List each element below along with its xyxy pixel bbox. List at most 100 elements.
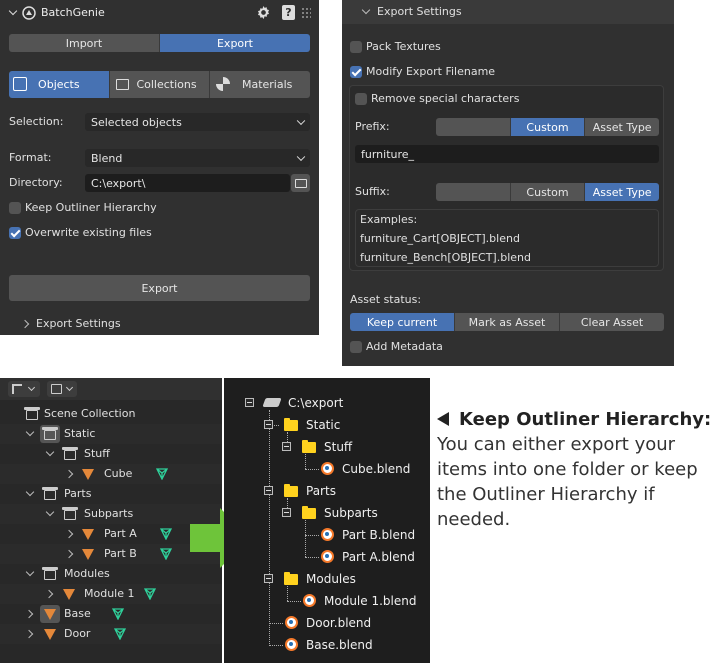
outliner-row-parts[interactable]: Parts	[0, 484, 222, 504]
outliner-row-door[interactable]: Door	[0, 624, 222, 644]
collapse-toggle[interactable]	[264, 574, 273, 583]
add-metadata-label: Add Metadata	[366, 340, 443, 353]
outliner-row-module-1[interactable]: Module 1	[0, 584, 222, 604]
mesh-data-icon	[144, 588, 156, 600]
collapse-chevron-icon[interactable]	[8, 6, 18, 16]
display-mode-dropdown[interactable]	[8, 381, 40, 397]
asset-status-mark[interactable]: Mark as Asset	[455, 313, 560, 331]
blend-file-icon	[285, 616, 298, 629]
expand-arrow-icon[interactable]	[64, 529, 74, 539]
asset-status-clear[interactable]: Clear Asset	[560, 313, 664, 331]
prefix-option-asset-type[interactable]: Asset Type	[585, 118, 659, 136]
prefix-label: Prefix:	[355, 120, 390, 133]
tree-file-part-a: Part A.blend	[342, 550, 415, 564]
collapse-toggle[interactable]	[264, 486, 273, 495]
tree-file-part-b: Part B.blend	[342, 528, 416, 542]
format-dropdown[interactable]: Blend	[85, 149, 310, 167]
tree-connector	[305, 454, 306, 469]
remove-special-checkbox[interactable]	[355, 93, 367, 105]
outliner-row-base[interactable]: Base	[0, 604, 222, 624]
objects-icon	[13, 77, 27, 91]
tree-connector	[305, 469, 319, 470]
mesh-data-icon	[156, 468, 168, 480]
outliner-row-cube[interactable]: Cube	[0, 464, 222, 484]
prefix-input[interactable]: furniture_	[355, 145, 659, 163]
chevron-right-icon[interactable]	[20, 319, 30, 329]
prefix-option-custom[interactable]: Custom	[510, 118, 586, 136]
suffix-options: Custom Asset Type	[436, 183, 659, 201]
outliner-row-part-a[interactable]: Part A	[0, 524, 222, 544]
collapse-toggle[interactable]	[282, 508, 291, 517]
filter-dropdown[interactable]	[47, 381, 77, 397]
suffix-label: Suffix:	[355, 185, 390, 198]
folder-icon	[284, 418, 298, 431]
chevron-down-icon	[65, 383, 74, 392]
collapse-toggle[interactable]	[245, 398, 254, 407]
collapse-toggle[interactable]	[264, 420, 273, 429]
outliner-row-scene[interactable]: Scene Collection	[0, 404, 222, 424]
pack-textures-checkbox[interactable]	[350, 41, 362, 53]
suffix-option-asset-type[interactable]: Asset Type	[585, 183, 659, 201]
prefix-value: furniture_	[361, 147, 415, 161]
tab-materials[interactable]: Materials	[210, 71, 310, 98]
expand-arrow-icon[interactable]	[24, 629, 34, 639]
suffix-option-custom[interactable]: Custom	[510, 183, 586, 201]
export-button[interactable]: Export	[9, 275, 310, 301]
object-icon	[44, 629, 56, 640]
outliner-row-static[interactable]: Static	[0, 424, 222, 444]
chevron-down-icon	[296, 116, 306, 126]
settings-header[interactable]: Export Settings	[377, 5, 462, 19]
blend-file-icon	[321, 528, 334, 541]
tree-connector	[269, 410, 270, 646]
expand-arrow-icon[interactable]	[24, 609, 34, 619]
expand-arrow-icon[interactable]	[25, 427, 35, 437]
asset-status-keep[interactable]: Keep current	[350, 313, 455, 331]
expand-arrow-icon[interactable]	[45, 507, 55, 517]
outliner-row-part-b[interactable]: Part B	[0, 544, 222, 564]
tab-import[interactable]: Import	[9, 34, 160, 52]
tab-objects-label: Objects	[38, 78, 80, 91]
export-settings-toggle[interactable]: Export Settings	[36, 317, 121, 331]
expand-arrow-icon[interactable]	[64, 549, 74, 559]
tree-file-base: Base.blend	[306, 638, 373, 652]
overwrite-label: Overwrite existing files	[25, 226, 152, 239]
modify-filename-checkbox[interactable]	[350, 66, 362, 78]
add-metadata-checkbox[interactable]	[350, 341, 362, 353]
outliner-label: Modules	[64, 567, 110, 580]
mesh-data-icon	[112, 608, 124, 620]
modify-filename-label: Modify Export Filename	[366, 65, 496, 78]
tab-objects[interactable]: Objects	[9, 71, 110, 98]
suffix-option-none[interactable]	[436, 183, 511, 201]
drag-handle-icon[interactable]	[301, 7, 311, 19]
settings-gear-icon[interactable]	[256, 5, 271, 20]
image-filter-icon	[51, 384, 62, 394]
selection-dropdown[interactable]: Selected objects	[85, 113, 310, 131]
outliner-row-subparts[interactable]: Subparts	[0, 504, 222, 524]
expand-arrow-icon[interactable]	[64, 469, 74, 479]
outliner-label: Subparts	[84, 507, 134, 520]
keep-hierarchy-checkbox[interactable]	[9, 202, 21, 214]
outliner-row-stuff[interactable]: Stuff	[0, 444, 222, 464]
outliner-row-modules[interactable]: Modules	[0, 564, 222, 584]
collapse-toggle[interactable]	[282, 442, 291, 451]
folder-icon	[302, 440, 316, 453]
tree-file-cube: Cube.blend	[342, 462, 411, 476]
expand-arrow-icon[interactable]	[44, 589, 54, 599]
folder-icon	[294, 178, 307, 188]
directory-field[interactable]: C:\export\	[85, 174, 290, 192]
overwrite-checkbox[interactable]	[9, 227, 21, 239]
tab-collections[interactable]: Collections	[109, 71, 211, 98]
help-icon[interactable]: ?	[282, 5, 295, 20]
folder-browse-button[interactable]	[291, 174, 310, 192]
pack-textures-label: Pack Textures	[366, 40, 441, 53]
expand-arrow-icon[interactable]	[25, 487, 35, 497]
directory-value: C:\export\	[91, 176, 146, 190]
outliner-label: Door	[64, 627, 91, 640]
batchgenie-panel: BatchGenie ? Import Export Objects Colle…	[0, 0, 319, 335]
mesh-data-icon	[114, 628, 126, 640]
tab-export[interactable]: Export	[160, 34, 310, 52]
expand-arrow-icon[interactable]	[25, 567, 35, 577]
expand-arrow-icon[interactable]	[45, 447, 55, 457]
examples-label: Examples:	[360, 213, 418, 226]
prefix-option-none[interactable]	[436, 118, 511, 136]
